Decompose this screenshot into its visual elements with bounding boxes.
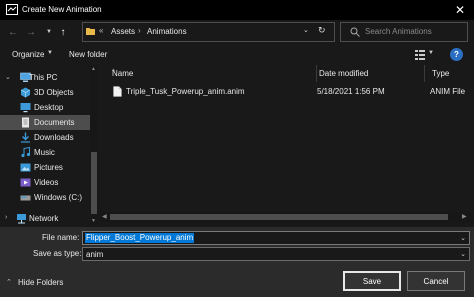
- save-as-type-select[interactable]: anim ⌄: [82, 247, 470, 261]
- download-icon: [21, 132, 30, 143]
- sidebar-item-label: Desktop: [34, 103, 64, 112]
- document-folder-icon: [22, 117, 29, 128]
- title-bar: Create New Animation ✕: [0, 0, 474, 20]
- organize-button[interactable]: Organize: [12, 50, 44, 59]
- close-icon[interactable]: ✕: [446, 0, 474, 20]
- chevron-down-icon[interactable]: ⌄: [5, 73, 11, 81]
- column-header-label: Type: [432, 69, 450, 78]
- window-title: Create New Animation: [22, 5, 102, 14]
- chevron-right-icon[interactable]: ›: [5, 214, 7, 221]
- scroll-right-icon[interactable]: ▶: [462, 213, 467, 220]
- sidebar-item-desktop[interactable]: Desktop: [0, 100, 90, 115]
- view-chevron-icon[interactable]: ▼: [428, 50, 434, 56]
- sidebar-item-label: Pictures: [34, 163, 63, 172]
- refresh-icon[interactable]: ↻: [318, 25, 326, 36]
- picture-icon: [20, 163, 31, 172]
- address-bar[interactable]: « Assets › Animations ⌄ ↻: [82, 22, 335, 42]
- sidebar-item-videos[interactable]: Videos: [0, 175, 90, 190]
- organize-chevron-icon: ▼: [47, 50, 53, 56]
- save-as-type-value: anim: [86, 250, 104, 259]
- search-icon: [350, 27, 360, 37]
- sidebar-item-windows-c[interactable]: Windows (C:): [0, 190, 90, 205]
- horizontal-scrollbar-thumb[interactable]: [110, 214, 448, 220]
- sidebar-item-music[interactable]: Music: [0, 145, 90, 160]
- network-icon: [17, 214, 26, 224]
- help-icon[interactable]: ?: [450, 48, 463, 61]
- scroll-left-icon[interactable]: ◀: [102, 213, 107, 220]
- cancel-button[interactable]: Cancel: [407, 271, 465, 291]
- chevron-down-icon[interactable]: ⌄: [460, 234, 466, 242]
- sidebar-item-label: Network: [29, 214, 59, 223]
- navigation-pane: ⌄ This PC 3D Objects Desktop Documents D…: [0, 65, 98, 227]
- folder-icon: [86, 28, 95, 35]
- sidebar-item-3d-objects[interactable]: 3D Objects: [0, 85, 90, 100]
- arrow-right-icon[interactable]: →: [24, 25, 38, 39]
- column-header-type[interactable]: Type: [420, 65, 474, 82]
- column-header-label: Date modified: [319, 69, 369, 78]
- scroll-up-icon[interactable]: ▲: [91, 66, 96, 72]
- file-icon: [113, 86, 122, 97]
- table-row[interactable]: Triple_Tusk_Powerup_anim.anim 5/18/2021 …: [100, 84, 474, 99]
- sidebar-item-documents[interactable]: Documents: [0, 115, 90, 130]
- app-icon: [6, 4, 18, 15]
- sidebar-scrollbar-thumb[interactable]: [91, 152, 97, 214]
- sidebar-item-label: Videos: [34, 178, 59, 187]
- file-date-cell: 5/18/2021 1:56 PM: [317, 87, 385, 96]
- sidebar-item-this-pc[interactable]: ⌄ This PC: [0, 70, 90, 85]
- cube-icon: [20, 87, 31, 98]
- desktop-icon: [20, 103, 31, 113]
- scroll-down-icon[interactable]: ▼: [91, 218, 96, 224]
- address-dropdown-icon[interactable]: ⌄: [303, 26, 309, 34]
- drive-icon: [20, 195, 31, 201]
- sidebar-item-network[interactable]: › Network: [0, 211, 90, 226]
- hide-folders-button[interactable]: Hide Folders: [18, 278, 63, 287]
- column-header-name[interactable]: Name ^: [100, 65, 317, 82]
- file-name-value[interactable]: Flipper_Boost_Powerup_anim: [85, 233, 195, 243]
- chevron-down-icon[interactable]: ▼: [42, 25, 56, 39]
- view-options-icon[interactable]: [415, 50, 425, 60]
- arrow-up-icon[interactable]: ↑: [56, 25, 70, 39]
- file-name-cell: Triple_Tusk_Powerup_anim.anim: [126, 87, 245, 96]
- command-toolbar: Organize ▼ New folder ▼ ?: [0, 45, 474, 65]
- navigation-bar: ← → ▼ ↑ « Assets › Animations ⌄ ↻ Search…: [0, 20, 474, 45]
- file-type-cell: ANIM File: [430, 87, 466, 96]
- sidebar-item-label: Windows (C:): [34, 193, 83, 202]
- search-box[interactable]: Search Animations: [340, 22, 468, 42]
- breadcrumb-separator: ›: [138, 26, 141, 35]
- sidebar-item-downloads[interactable]: Downloads: [0, 130, 90, 145]
- column-header-date-modified[interactable]: Date modified: [307, 65, 425, 82]
- chevron-down-icon[interactable]: ⌄: [460, 250, 466, 258]
- sort-ascending-icon: ^: [112, 69, 115, 75]
- file-list: Name ^ Date modified Type Triple_Tusk_Po…: [100, 65, 474, 227]
- sidebar-item-label: This PC: [29, 73, 58, 82]
- file-name-label: File name:: [42, 233, 80, 242]
- sidebar-item-label: Downloads: [34, 133, 74, 142]
- video-icon: [20, 178, 31, 187]
- music-icon: [21, 147, 31, 158]
- sidebar-item-pictures[interactable]: Pictures: [0, 160, 90, 175]
- chevron-up-icon[interactable]: ⌃: [6, 278, 12, 286]
- save-panel: File name: Flipper_Boost_Powerup_anim ⌄ …: [0, 227, 474, 297]
- sidebar-item-label: Music: [34, 148, 55, 157]
- save-as-type-label: Save as type:: [33, 249, 82, 258]
- save-button[interactable]: Save: [343, 271, 401, 291]
- breadcrumb-item-assets[interactable]: Assets: [111, 27, 135, 36]
- search-input[interactable]: Search Animations: [365, 27, 432, 36]
- column-header-label: Name: [112, 69, 134, 78]
- new-folder-button[interactable]: New folder: [69, 50, 107, 59]
- arrow-left-icon[interactable]: ←: [6, 25, 20, 39]
- file-name-field[interactable]: Flipper_Boost_Powerup_anim ⌄: [82, 231, 470, 245]
- sidebar-item-label: Documents: [34, 118, 75, 127]
- breadcrumb-overflow[interactable]: «: [99, 26, 103, 35]
- sidebar-item-label: 3D Objects: [34, 88, 74, 97]
- breadcrumb-item-animations[interactable]: Animations: [147, 27, 187, 36]
